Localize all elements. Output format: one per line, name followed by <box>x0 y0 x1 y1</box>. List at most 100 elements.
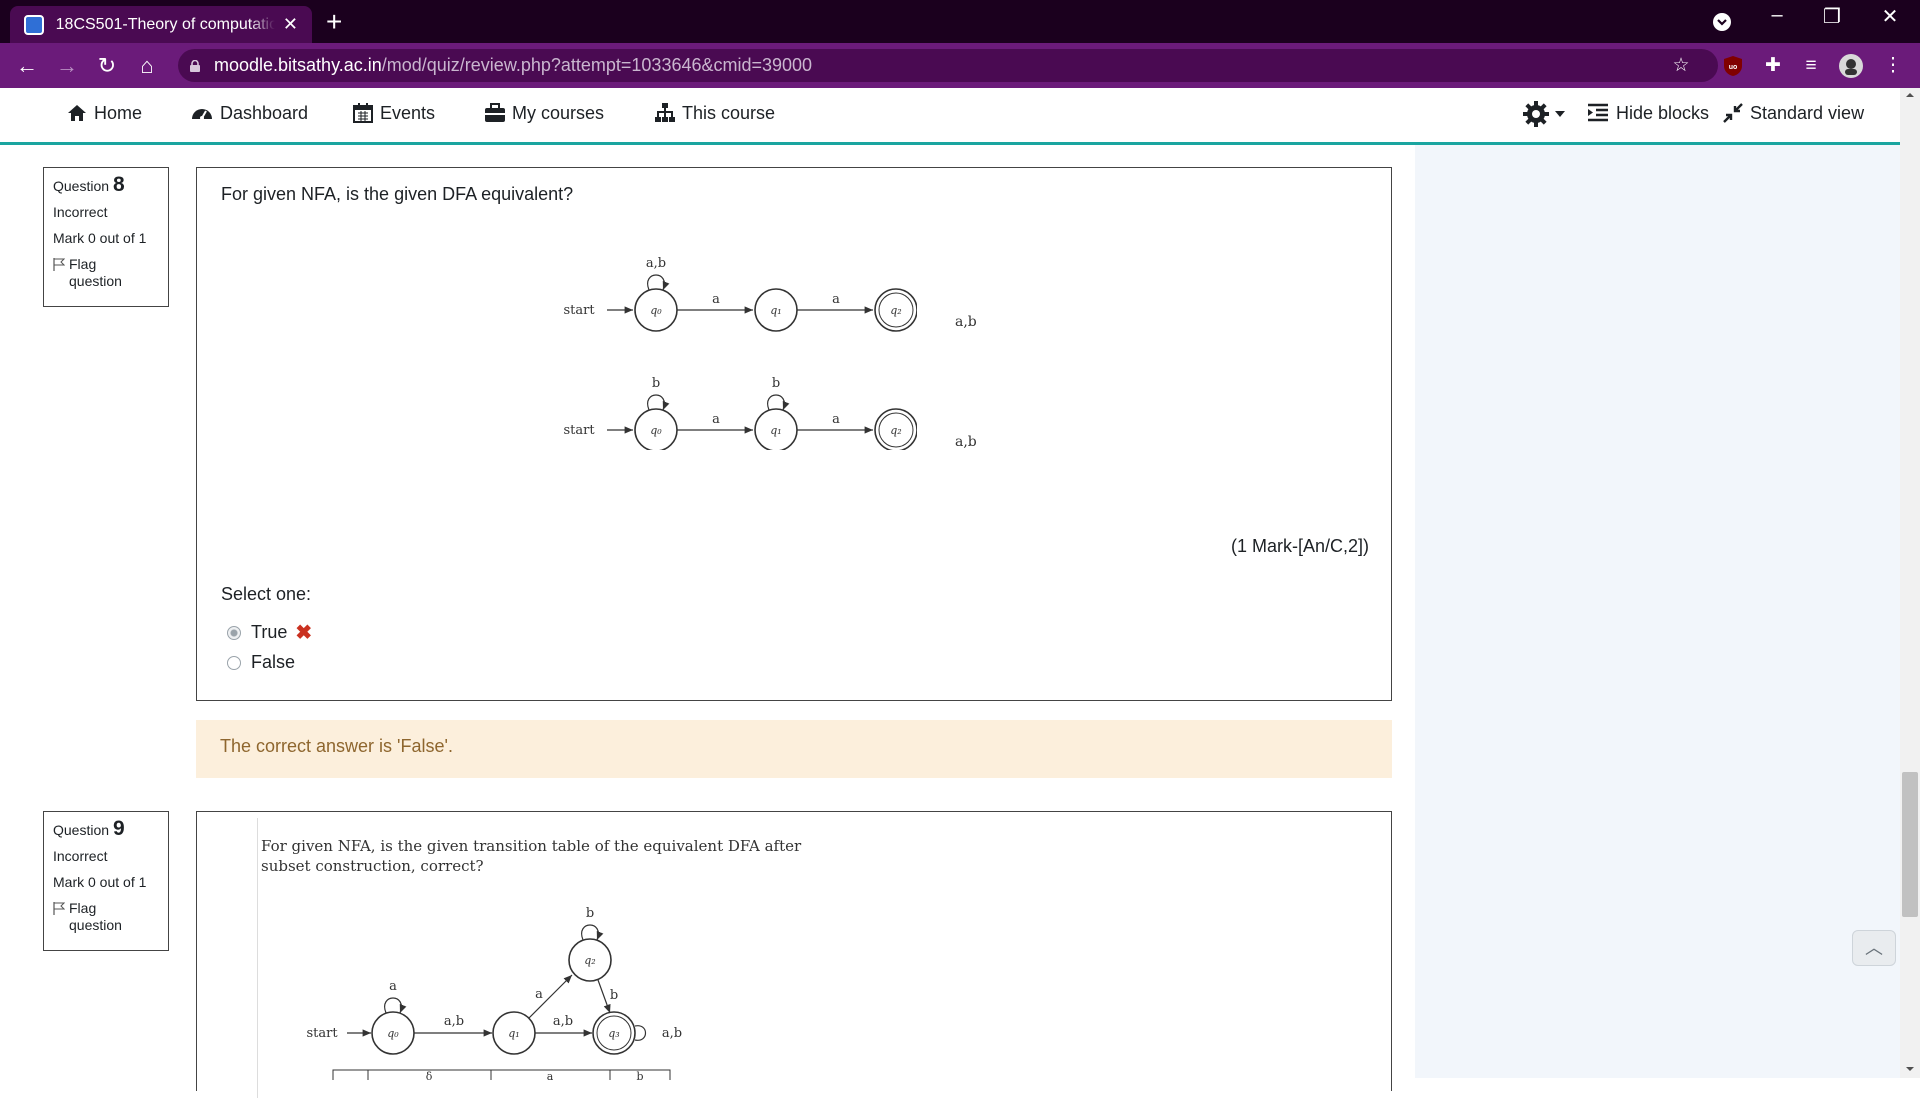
q9-loop-q3-label: a,b <box>662 1026 682 1041</box>
q8-option-false-label: False <box>251 652 296 672</box>
nav-home-label: Home <box>94 102 143 123</box>
q9-e13-label: a,b <box>553 1014 573 1029</box>
svg-text:q₀: q₀ <box>650 304 662 317</box>
q8-option-true[interactable]: True ✖ <box>227 620 312 645</box>
q9-image-edge <box>257 818 258 1098</box>
flag-icon <box>53 258 65 271</box>
nav-this-course-label: This course <box>682 102 776 123</box>
lock-icon <box>190 59 200 72</box>
q9-question-text: For given NFA, is the given transition t… <box>261 836 801 876</box>
nav-dashboard[interactable]: Dashboard <box>190 102 308 124</box>
q9-mark: Mark 0 out of 1 <box>53 874 147 890</box>
q8-info-panel: Question 8 Incorrect Mark 0 out of 1 Fla… <box>43 167 169 307</box>
hide-blocks-button[interactable]: Hide blocks <box>1586 102 1709 124</box>
q9-label: Question <box>53 822 110 838</box>
scrollbar-thumb[interactable] <box>1902 772 1918 917</box>
standard-view-button[interactable]: Standard view <box>1722 102 1864 124</box>
briefcase-icon <box>485 103 505 122</box>
dfa-e12-label: a <box>832 412 840 427</box>
ublock-icon[interactable]: uo <box>1720 53 1746 79</box>
page-scrollbar[interactable] <box>1900 88 1920 1078</box>
q8-option-true-label: True <box>251 622 288 642</box>
moodle-navbar: Home Dashboard Events My courses This co… <box>0 88 1900 145</box>
nav-home[interactable]: Home <box>66 102 142 124</box>
svg-text:q₂: q₂ <box>890 424 901 437</box>
dfa-loop-q1-label: b <box>772 376 780 391</box>
q8-flag-label-2: question <box>69 273 122 289</box>
new-tab-icon[interactable]: + <box>326 8 342 36</box>
media-queue-icon[interactable]: ≡ <box>1798 53 1824 79</box>
q9-e01-label: a,b <box>444 1014 464 1029</box>
address-bar[interactable]: moodle.bitsathy.ac.in/mod/quiz/review.ph… <box>178 49 1718 82</box>
scroll-up-arrow-icon[interactable] <box>1900 88 1920 102</box>
nfa-loop-q2-label: a,b <box>955 314 977 330</box>
svg-text:q₁: q₁ <box>508 1027 519 1040</box>
q8-radio-true[interactable] <box>227 625 241 640</box>
nav-events[interactable]: Events <box>352 102 435 124</box>
svg-text:q₁: q₁ <box>770 424 781 437</box>
minimize-icon[interactable]: – <box>1757 4 1797 27</box>
browser-tab[interactable]: 18CS501-Theory of computation ✕ <box>10 6 312 43</box>
svg-text:q₀: q₀ <box>650 424 662 437</box>
window-close-icon[interactable]: ✕ <box>1870 4 1910 29</box>
browser-menu-icon[interactable]: ⋮ <box>1880 53 1906 79</box>
caret-down-icon <box>1555 111 1565 117</box>
q8-flag-label-1: Flag <box>69 256 97 272</box>
bookmark-star-icon[interactable]: ☆ <box>1668 53 1694 79</box>
nfa-e01-label: a <box>712 292 720 307</box>
q9-e12-label: a <box>535 987 543 1002</box>
q8-flag-question[interactable]: Flag question <box>53 256 159 290</box>
profile-avatar[interactable] <box>1838 53 1864 79</box>
nfa-loop-q0-label: a,b <box>646 256 666 271</box>
q9-state: Incorrect <box>53 848 108 864</box>
tab-title: 18CS501-Theory of computation <box>55 15 275 33</box>
moodle-favicon-icon <box>24 14 44 35</box>
q8-number: 8 <box>112 173 125 196</box>
sitemap-icon <box>655 103 675 122</box>
q8-feedback: The correct answer is 'False'. <box>196 720 1392 778</box>
nav-this-course[interactable]: This course <box>654 102 775 124</box>
q9-e23-label: b <box>610 988 618 1003</box>
q8-question-text: For given NFA, is the given DFA equivale… <box>221 184 574 204</box>
q9-table-header-delta: δ <box>426 1070 433 1080</box>
svg-text:q₂: q₂ <box>584 954 595 967</box>
home-icon[interactable]: ⌂ <box>132 51 162 81</box>
q9-flag-label-2: question <box>69 917 122 933</box>
q8-label: Question <box>53 178 110 194</box>
nfa-e12-label: a <box>832 292 840 307</box>
q9-loop-q2-label: b <box>586 906 594 921</box>
forward-icon[interactable]: → <box>52 51 82 81</box>
blocks-column <box>1415 145 1900 1078</box>
extensions-puzzle-icon[interactable]: ✚ <box>1760 53 1786 79</box>
q8-automata-figure: start q₀ a,b a q₁ a q₂ start q₀ b a q₁ b… <box>563 256 917 450</box>
q8-marks-note: (1 Mark-[An/C,2]) <box>1230 536 1369 556</box>
back-to-top-button[interactable]: ︿ <box>1852 930 1896 966</box>
q8-state: Incorrect <box>53 204 108 220</box>
dfa-e01-label: a <box>712 412 720 427</box>
nfa-start-label: start <box>563 303 595 318</box>
settings-menu-button[interactable] <box>1522 100 1566 128</box>
q8-option-false[interactable]: False <box>227 652 295 673</box>
tab-search-icon[interactable] <box>1702 4 1742 32</box>
svg-text:q₃: q₃ <box>608 1027 619 1040</box>
q9-number: 9 <box>112 817 125 840</box>
reload-icon[interactable]: ↻ <box>92 51 122 81</box>
compress-arrows-icon <box>1723 103 1743 123</box>
hide-blocks-label: Hide blocks <box>1616 102 1710 123</box>
dfa-loop-q2-label: a,b <box>955 434 977 450</box>
gear-icon <box>1523 101 1549 127</box>
q9-text-line-1: For given NFA, is the given transition t… <box>261 837 802 855</box>
tab-close-icon[interactable]: ✕ <box>283 14 298 35</box>
back-icon[interactable]: ← <box>12 51 42 81</box>
nav-my-courses[interactable]: My courses <box>484 102 604 124</box>
q8-content: For given NFA, is the given DFA equivale… <box>196 167 1392 701</box>
scroll-down-arrow-icon[interactable] <box>1900 1062 1920 1076</box>
restore-icon[interactable]: ❐ <box>1812 4 1852 29</box>
q8-radio-false[interactable] <box>227 655 241 670</box>
calendar-icon <box>353 103 373 123</box>
q9-content: For given NFA, is the given transition t… <box>196 811 1392 1098</box>
q9-automaton-figure: start q₀ a a,b q₁ a q₂ b b a,b q₃ a,b δ … <box>306 906 682 1080</box>
dfa-start-label: start <box>563 423 595 438</box>
q8-mark: Mark 0 out of 1 <box>53 230 147 246</box>
q9-flag-question[interactable]: Flag question <box>53 900 159 934</box>
